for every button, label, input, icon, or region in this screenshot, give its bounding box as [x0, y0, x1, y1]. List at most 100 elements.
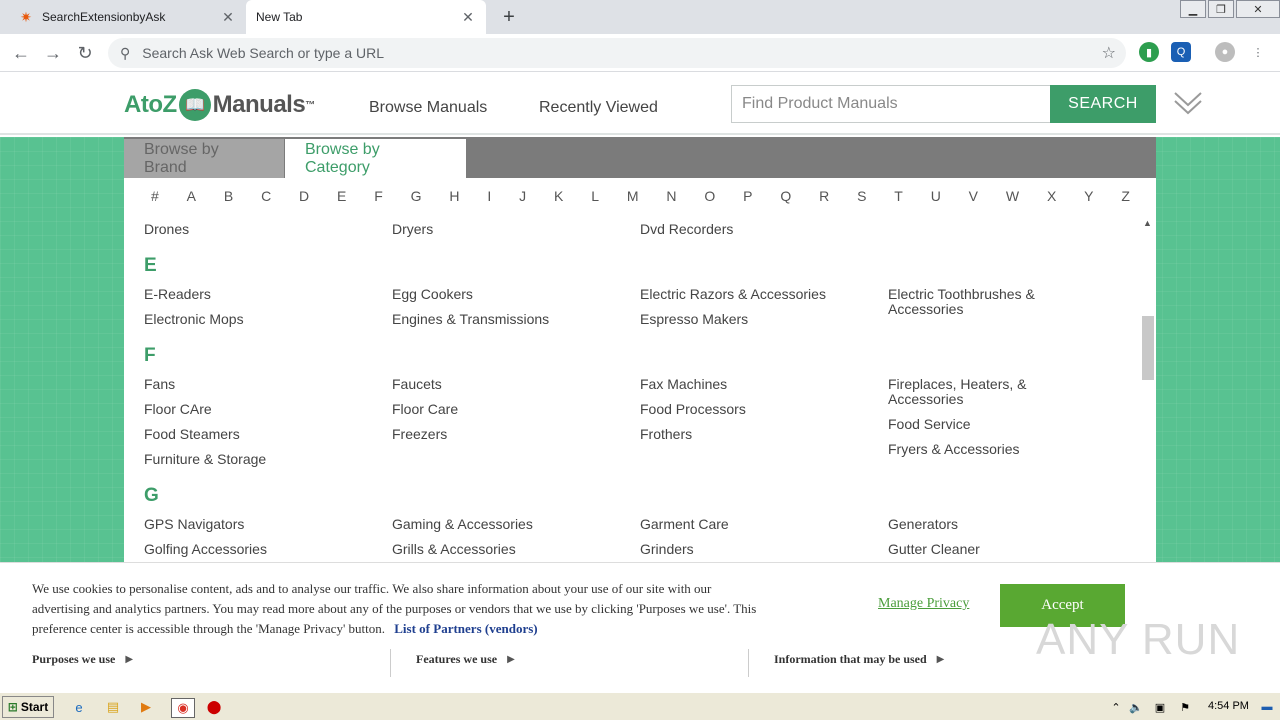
features-we-use-toggle[interactable]: Features we use ▶	[416, 652, 515, 667]
alpha-letter[interactable]: V	[969, 188, 978, 204]
alpha-letter[interactable]: H	[449, 188, 459, 204]
alpha-letter[interactable]: G	[411, 188, 422, 204]
address-bar[interactable]: ⚲ Search Ask Web Search or type a URL ☆	[108, 38, 1126, 68]
alpha-letter[interactable]: U	[931, 188, 941, 204]
category-link[interactable]: Generators	[888, 517, 1118, 532]
restore-icon[interactable]: ❐	[1208, 0, 1234, 18]
category-link[interactable]: Engines & Transmissions	[392, 312, 622, 327]
close-tab-icon[interactable]: ✕	[460, 9, 476, 25]
category-link[interactable]: Fireplaces, Heaters, & Accessories	[888, 377, 1068, 407]
alpha-letter[interactable]: F	[374, 188, 383, 204]
category-link[interactable]: Food Processors	[640, 402, 870, 417]
volume-icon[interactable]: 🔈	[1127, 698, 1145, 716]
category-link[interactable]: E-Readers	[144, 287, 374, 302]
category-link[interactable]: Furniture & Storage	[144, 452, 374, 467]
category-link[interactable]: Gutter Cleaner	[888, 542, 1118, 557]
scrollbar-thumb[interactable]	[1142, 316, 1154, 380]
category-link[interactable]: GPS Navigators	[144, 517, 374, 532]
alpha-letter[interactable]: I	[487, 188, 491, 204]
tab-browse-by-category[interactable]: Browse by Category	[285, 139, 466, 178]
browser-tab-new-tab[interactable]: New Tab ✕	[246, 0, 486, 34]
category-link[interactable]: Gaming & Accessories	[392, 517, 622, 532]
category-link[interactable]: Dvd Recorders	[640, 222, 870, 237]
alpha-letter[interactable]: D	[299, 188, 309, 204]
category-link[interactable]: Floor Care	[392, 402, 622, 417]
internet-explorer-icon[interactable]: e	[70, 698, 88, 716]
alpha-letter[interactable]: T	[894, 188, 903, 204]
extension-green-icon[interactable]: ▮	[1139, 42, 1159, 62]
forward-arrow-icon[interactable]: →	[40, 40, 66, 66]
alpha-letter[interactable]: R	[819, 188, 829, 204]
alpha-letter[interactable]: E	[337, 188, 346, 204]
alpha-letter[interactable]: J	[519, 188, 526, 204]
category-link[interactable]: Floor CAre	[144, 402, 374, 417]
manage-privacy-link[interactable]: Manage Privacy	[878, 596, 969, 612]
category-link[interactable]: Frothers	[640, 427, 870, 442]
chevron-down-icon[interactable]	[1172, 89, 1204, 121]
alpha-letter[interactable]: A	[187, 188, 196, 204]
category-link[interactable]: Electric Toothbrushes & Accessories	[888, 287, 1068, 317]
alpha-letter[interactable]: Q	[780, 188, 791, 204]
close-tab-icon[interactable]: ✕	[220, 9, 236, 25]
category-link[interactable]: Fans	[144, 377, 374, 392]
category-link[interactable]: Fax Machines	[640, 377, 870, 392]
bookmark-star-icon[interactable]: ☆	[1102, 43, 1116, 63]
alpha-letter[interactable]: K	[554, 188, 563, 204]
category-link[interactable]: Electric Razors & Accessories	[640, 287, 870, 302]
alpha-letter[interactable]: O	[704, 188, 715, 204]
category-link[interactable]: Garment Care	[640, 517, 870, 532]
search-button[interactable]: SEARCH	[1050, 85, 1156, 123]
information-used-toggle[interactable]: Information that may be used ▶	[774, 652, 944, 667]
alpha-letter[interactable]: W	[1006, 188, 1019, 204]
category-link[interactable]: Food Steamers	[144, 427, 374, 442]
browse-manuals-link[interactable]: Browse Manuals	[369, 99, 487, 117]
category-scrollbar[interactable]: ▲	[1140, 214, 1156, 562]
reload-icon[interactable]: ↻	[72, 40, 98, 66]
category-link[interactable]: Food Service	[888, 417, 1118, 432]
category-link[interactable]: Grinders	[640, 542, 870, 557]
extension-search-icon[interactable]: Q	[1171, 42, 1191, 62]
start-button[interactable]: ⊞ Start	[2, 696, 54, 718]
alpha-letter[interactable]: Y	[1084, 188, 1093, 204]
tab-browse-by-brand[interactable]: Browse by Brand	[124, 139, 284, 178]
category-link[interactable]: Faucets	[392, 377, 622, 392]
atoz-manuals-logo[interactable]: AtoZ 📖 Manuals ™	[124, 88, 315, 122]
scroll-up-arrow-icon[interactable]: ▲	[1143, 218, 1152, 228]
chrome-icon[interactable]: ◉	[171, 698, 195, 718]
tray-expand-icon[interactable]: ⌃	[1107, 698, 1125, 716]
minimize-icon[interactable]: ▁	[1180, 0, 1206, 18]
media-player-icon[interactable]: ▶	[137, 698, 155, 716]
alpha-letter[interactable]: B	[224, 188, 233, 204]
category-link[interactable]: Espresso Makers	[640, 312, 870, 327]
category-link[interactable]: Dryers	[392, 222, 622, 237]
list-of-partners-link[interactable]: List of Partners (vendors)	[394, 621, 537, 636]
network-icon[interactable]: ▣	[1151, 698, 1169, 716]
alpha-letter[interactable]: N	[666, 188, 676, 204]
alpha-letter[interactable]: P	[743, 188, 752, 204]
product-search-input[interactable]: Find Product Manuals	[731, 85, 1051, 123]
browser-tab-searchextension[interactable]: ✷ SearchExtensionbyAsk ✕	[8, 0, 246, 34]
category-link[interactable]: Grills & Accessories	[392, 542, 622, 557]
alpha-letter[interactable]: S	[857, 188, 866, 204]
new-tab-plus-icon[interactable]: +	[498, 6, 520, 28]
profile-avatar-icon[interactable]: ●	[1215, 42, 1235, 62]
back-arrow-icon[interactable]: ←	[8, 40, 34, 66]
alpha-letter[interactable]: #	[151, 188, 159, 204]
alpha-letter[interactable]: Z	[1121, 188, 1130, 204]
alpha-letter[interactable]: X	[1047, 188, 1056, 204]
purposes-we-use-toggle[interactable]: Purposes we use ▶	[32, 652, 133, 667]
flag-icon[interactable]: ⚑	[1176, 698, 1194, 716]
show-desktop-icon[interactable]: ▬	[1258, 698, 1276, 716]
close-window-icon[interactable]: ✕	[1236, 0, 1280, 18]
category-link[interactable]: Drones	[144, 222, 374, 237]
category-link[interactable]: Fryers & Accessories	[888, 442, 1118, 457]
alpha-letter[interactable]: M	[627, 188, 639, 204]
warning-icon[interactable]: ⬤	[205, 698, 223, 716]
alpha-letter[interactable]: L	[591, 188, 599, 204]
category-link[interactable]: Golfing Accessories	[144, 542, 374, 557]
category-link[interactable]: Freezers	[392, 427, 622, 442]
alpha-letter[interactable]: C	[261, 188, 271, 204]
menu-kebab-icon[interactable]: ⋮	[1248, 42, 1268, 62]
category-link[interactable]: Electronic Mops	[144, 312, 374, 327]
category-link[interactable]: Egg Cookers	[392, 287, 622, 302]
